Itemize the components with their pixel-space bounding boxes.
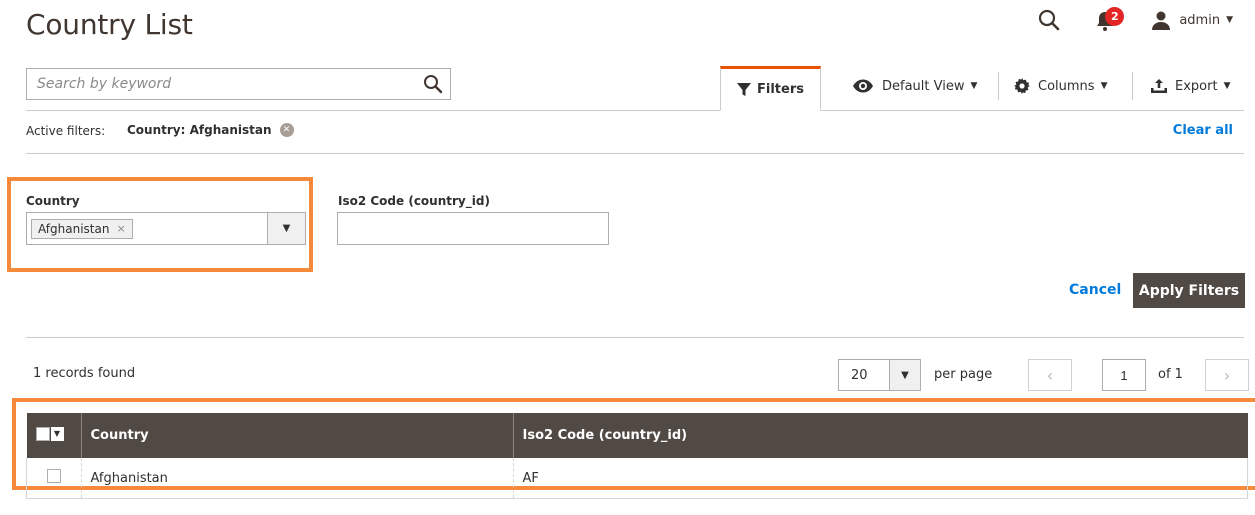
prev-page-button[interactable]: ‹: [1028, 359, 1072, 391]
next-page-button[interactable]: ›: [1205, 359, 1249, 391]
global-search-icon[interactable]: [1037, 8, 1061, 32]
chevron-down-icon: ▼: [1223, 81, 1231, 91]
keyword-search: [26, 68, 451, 100]
chip-remove-icon[interactable]: ×: [116, 222, 125, 235]
cell-country: Afghanistan: [81, 458, 514, 499]
country-dropdown-toggle[interactable]: ▼: [267, 213, 305, 244]
column-header-iso2[interactable]: Iso2 Code (country_id): [513, 413, 1248, 458]
search-submit-button[interactable]: [416, 69, 450, 99]
filters-button[interactable]: Filters: [720, 66, 821, 111]
view-label: Default View: [882, 78, 965, 94]
cancel-button[interactable]: Cancel: [1069, 282, 1121, 298]
chevron-down-icon: ▼: [970, 81, 978, 91]
per-page-toggle[interactable]: ▼: [889, 359, 921, 391]
export-button[interactable]: Export ▼: [1151, 72, 1230, 100]
gear-icon: [1014, 78, 1030, 94]
select-all-checkbox[interactable]: [35, 426, 50, 441]
divider: [26, 337, 1244, 338]
toolbar-divider: [26, 110, 1244, 111]
selected-country-text: Afghanistan: [38, 221, 110, 236]
per-page-label: per page: [934, 367, 993, 382]
iso-filter-label: Iso2 Code (country_id): [338, 194, 490, 208]
notification-count-badge: 2: [1105, 7, 1125, 26]
user-icon: [1152, 11, 1171, 30]
toolbar-separator: [1132, 72, 1133, 100]
page-title: Country List: [26, 8, 193, 41]
country-multiselect[interactable]: Afghanistan × ▼: [26, 212, 306, 245]
notifications-button[interactable]: 2: [1095, 7, 1125, 32]
per-page-value[interactable]: 20: [838, 359, 890, 391]
columns-label: Columns: [1038, 78, 1095, 94]
user-menu[interactable]: admin ▼: [1151, 10, 1233, 30]
filters-label: Filters: [757, 82, 804, 97]
page-number-input[interactable]: [1102, 359, 1146, 391]
mass-select-header: ▼: [26, 413, 82, 458]
export-label: Export: [1175, 78, 1218, 94]
grid-header-row: ▼ Country Iso2 Code (country_id): [26, 413, 1248, 458]
country-filter-label: Country: [26, 194, 80, 208]
header-actions: 2 admin ▼: [1037, 6, 1233, 34]
total-pages: of 1: [1158, 367, 1183, 382]
search-input[interactable]: [27, 70, 416, 98]
view-switcher[interactable]: Default View ▼: [852, 72, 977, 100]
active-filter-chip: Country: Afghanistan ✕: [127, 123, 294, 137]
active-filters-label: Active filters:: [26, 124, 106, 138]
cell-iso2: AF: [513, 458, 1248, 499]
active-filter-text: Country: Afghanistan: [127, 123, 272, 137]
chevron-down-icon: ▼: [50, 426, 64, 441]
row-checkbox[interactable]: [46, 469, 61, 483]
row-select-cell: [26, 458, 82, 499]
table-row: Afghanistan AF: [26, 458, 1248, 499]
iso-code-field[interactable]: [337, 212, 609, 245]
toolbar-separator: [998, 72, 999, 100]
filter-icon: [737, 82, 751, 96]
clear-all-link[interactable]: Clear all: [1173, 123, 1233, 138]
column-header-country[interactable]: Country: [81, 413, 514, 458]
chevron-down-icon: ▼: [1226, 15, 1233, 25]
apply-filters-button[interactable]: Apply Filters: [1133, 273, 1245, 308]
remove-filter-icon[interactable]: ✕: [279, 123, 294, 137]
selected-country-chip: Afghanistan ×: [31, 218, 133, 239]
upload-icon: [1151, 79, 1167, 93]
chevron-down-icon: ▼: [1100, 81, 1108, 91]
user-name: admin: [1179, 12, 1221, 28]
mass-select-dropdown[interactable]: ▼: [35, 426, 64, 441]
divider: [26, 153, 1244, 154]
search-icon: [424, 75, 443, 94]
columns-button[interactable]: Columns ▼: [1014, 72, 1107, 100]
eye-icon: [853, 79, 873, 93]
records-count: 1 records found: [33, 366, 136, 381]
data-grid: ▼ Country Iso2 Code (country_id) Afghani…: [26, 413, 1248, 499]
